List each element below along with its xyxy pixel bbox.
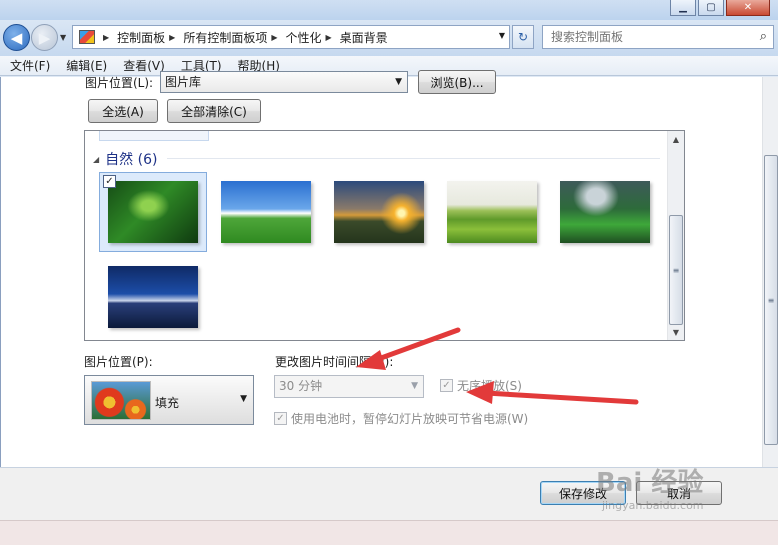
dropdown-arrow-icon: ▼ (411, 381, 418, 391)
wallpaper-thumb-green-hills[interactable] (551, 172, 659, 252)
group-title: 自然 (6) (105, 152, 158, 168)
window-title-bar: ▁ ▢ ✕ (0, 0, 778, 20)
wallpaper-thumb-forest[interactable]: ✓ (99, 172, 207, 252)
wallpaper-image (108, 266, 198, 328)
breadcrumb-label[interactable]: 所有控制面板项 (183, 29, 267, 46)
wallpaper-thumb-sky-field[interactable] (212, 172, 320, 252)
wallpaper-thumb-bridge[interactable] (99, 257, 207, 337)
breadcrumb-control-panel[interactable]: ▶ 控制面板 (99, 29, 165, 46)
refresh-icon: ↻ (517, 30, 529, 44)
search-box[interactable]: ⌕ (542, 25, 774, 49)
address-dropdown-icon[interactable]: ▼ (499, 31, 505, 40)
shuffle-label[interactable]: 无序播放(S) (457, 377, 522, 394)
picture-position-select[interactable]: 填充 ▼ (84, 375, 254, 425)
interval-label: 更改图片时间间隔(N): (275, 355, 394, 369)
address-bar[interactable]: ▶ 控制面板 ▶ 所有控制面板项 ▶ 个性化 ▶ 桌面背景 ▼ (72, 25, 510, 49)
wallpaper-image (221, 181, 311, 243)
wallpaper-thumb-green-field[interactable] (438, 172, 546, 252)
picture-location-value: 图片库 (165, 75, 202, 89)
chevron-right-icon[interactable]: ▶ (326, 33, 332, 42)
maximize-button[interactable]: ▢ (698, 0, 724, 16)
scrollbar-thumb[interactable]: ≡ (669, 215, 683, 325)
group-header-nature[interactable]: ◢ 自然 (6) (93, 149, 157, 169)
picture-location-select[interactable]: 图片库 ▼ (160, 71, 408, 93)
fill-preview-icon (91, 381, 151, 420)
breadcrumb-desktop-background[interactable]: ▶ 桌面背景 (322, 29, 388, 46)
shuffle-checkbox[interactable]: ✓ (440, 379, 453, 392)
forward-arrow-icon: ▶ (38, 28, 51, 47)
interval-select[interactable]: 30 分钟 ▼ (274, 375, 424, 398)
previous-group-tile (99, 131, 209, 141)
picture-position-value: 填充 (155, 396, 180, 410)
dropdown-arrow-icon: ▼ (395, 77, 402, 87)
clear-all-button[interactable]: 全部清除(C) (167, 99, 261, 123)
battery-option[interactable]: ✓ 使用电池时，暂停幻灯片放映可节省电源(W) (274, 410, 528, 427)
status-strip (0, 520, 778, 545)
wallpaper-image (334, 181, 424, 243)
collapse-triangle-icon[interactable]: ◢ (93, 155, 99, 164)
page-scrollbar[interactable]: ≡ (762, 77, 778, 468)
chevron-right-icon[interactable]: ▶ (169, 33, 175, 42)
scrollbar-thumb[interactable]: ≡ (764, 155, 778, 445)
wallpaper-image (560, 181, 650, 243)
battery-checkbox[interactable]: ✓ (274, 412, 287, 425)
search-input[interactable] (551, 30, 741, 44)
select-all-button[interactable]: 全选(A) (88, 99, 158, 123)
wallpaper-thumb-sunset[interactable] (325, 172, 433, 252)
scroll-down-icon[interactable]: ▼ (668, 324, 684, 340)
shuffle-option[interactable]: ✓ 无序播放(S) (440, 377, 522, 394)
back-arrow-icon: ◀ (10, 28, 23, 47)
wallpaper-gallery[interactable]: ◢ 自然 (6) ✓ ▲ ≡ ▼ (84, 130, 685, 341)
forward-button[interactable]: ▶ (31, 24, 58, 51)
close-button[interactable]: ✕ (726, 0, 770, 16)
breadcrumb-label[interactable]: 控制面板 (117, 29, 165, 46)
wallpaper-image (447, 181, 537, 243)
address-toolbar: ◀ ▶ ▼ ▶ 控制面板 ▶ 所有控制面板项 ▶ 个性化 ▶ 桌面背景 ▼ ↻ … (0, 20, 778, 56)
interval-value: 30 分钟 (279, 379, 323, 393)
menu-view[interactable]: 查看(V) (123, 57, 165, 74)
menu-edit[interactable]: 编辑(E) (66, 57, 107, 74)
breadcrumb-all-items[interactable]: ▶ 所有控制面板项 (165, 29, 267, 46)
browse-button[interactable]: 浏览(B)... (418, 70, 496, 94)
picture-location-label: 图片位置(L): (85, 76, 154, 90)
control-panel-icon (79, 30, 95, 44)
menu-file[interactable]: 文件(F) (10, 57, 50, 74)
window-controls: ▁ ▢ ✕ (668, 0, 770, 16)
breadcrumb-personalization[interactable]: ▶ 个性化 (267, 29, 321, 46)
watermark-url: jingyan.baidu.com (602, 499, 704, 512)
breadcrumb-label[interactable]: 个性化 (286, 29, 322, 46)
recent-pages-dropdown[interactable]: ▼ (60, 33, 66, 42)
chevron-right-icon[interactable]: ▶ (271, 33, 277, 42)
back-button[interactable]: ◀ (3, 24, 30, 51)
chevron-right-icon[interactable]: ▶ (103, 33, 109, 42)
watermark-logo: Bai 经验 (596, 468, 704, 498)
breadcrumb-label[interactable]: 桌面背景 (340, 29, 388, 46)
gallery-scrollbar[interactable]: ▲ ≡ ▼ (667, 131, 684, 340)
group-divider (167, 158, 660, 159)
scroll-up-icon[interactable]: ▲ (668, 131, 684, 147)
picture-position-label: 图片位置(P): (84, 355, 153, 369)
wallpaper-image (108, 181, 198, 243)
dropdown-arrow-icon: ▼ (240, 394, 247, 404)
minimize-button[interactable]: ▁ (670, 0, 696, 16)
checkbox[interactable]: ✓ (103, 175, 116, 188)
battery-label[interactable]: 使用电池时，暂停幻灯片放映可节省电源(W) (291, 410, 528, 427)
watermark: Bai 经验 jingyan.baidu.com (596, 462, 704, 512)
refresh-button[interactable]: ↻ (512, 25, 534, 49)
search-icon[interactable]: ⌕ (760, 29, 767, 44)
